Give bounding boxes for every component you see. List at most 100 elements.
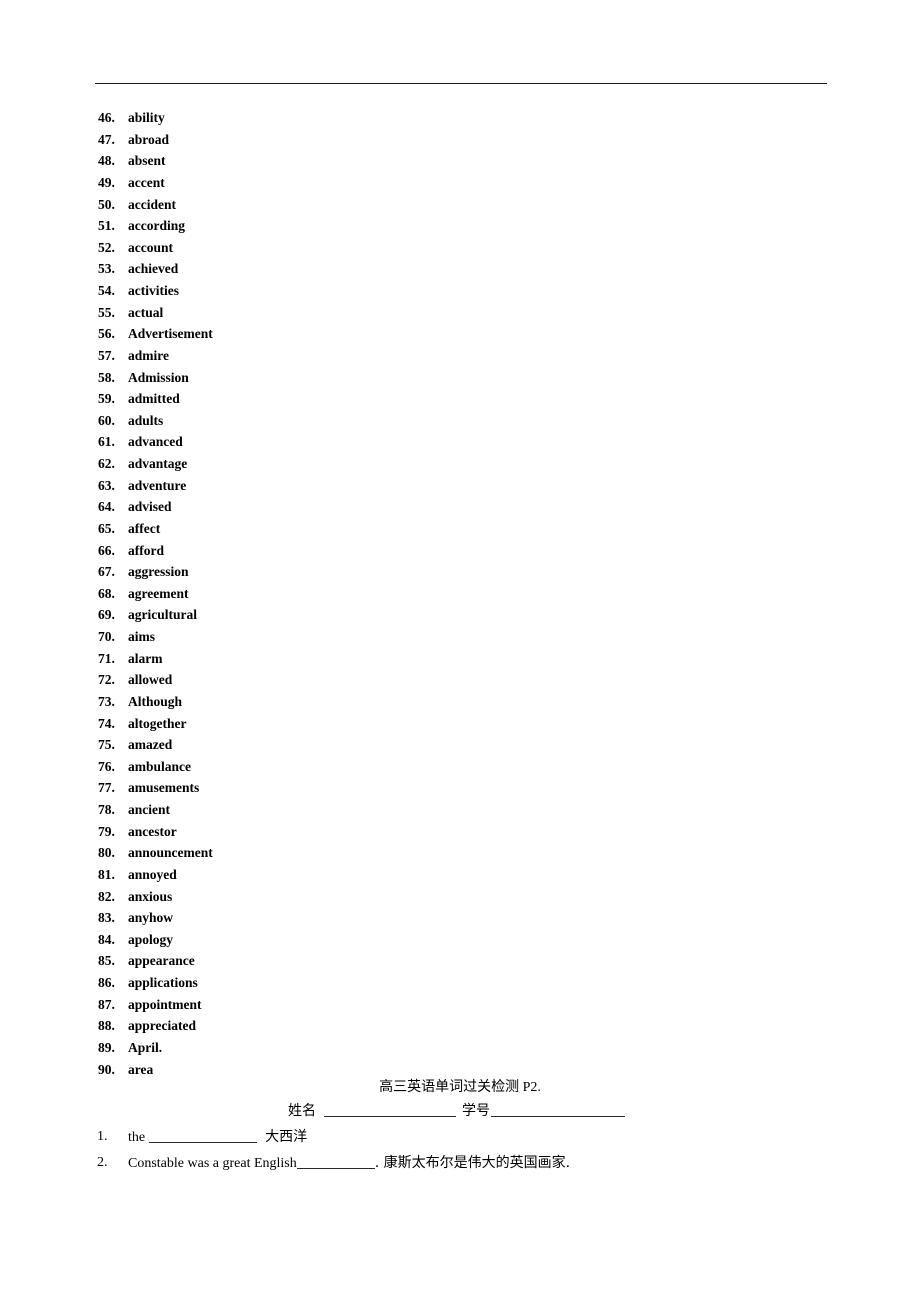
list-item-word: appearance	[128, 953, 195, 969]
list-item-number: 65.	[98, 520, 115, 536]
list-item-word: advanced	[128, 434, 183, 450]
worksheet-title-cjk: 高三英语单词过关检测	[379, 1079, 520, 1095]
list-item-word: absent	[128, 153, 166, 169]
list-item-number: 89.	[98, 1039, 115, 1055]
question-body: Constable was a great English . 康斯太布尔是伟大的…	[128, 1156, 570, 1171]
question-number: 1.	[97, 1129, 108, 1144]
list-item-number: 64.	[98, 499, 115, 515]
list-item-word: actual	[128, 304, 164, 320]
list-item: 51. according	[0, 215, 920, 237]
list-item-word: Admission	[128, 369, 189, 385]
answer-blank[interactable]	[296, 1168, 375, 1169]
list-item-number: 76.	[98, 758, 115, 774]
list-item: 69. agricultural	[0, 604, 920, 626]
list-item-number: 67.	[98, 564, 115, 580]
list-item: 66. afford	[0, 540, 920, 562]
list-item: 68. agreement	[0, 583, 920, 605]
list-item: 85. appearance	[0, 950, 920, 972]
list-item: 81. annoyed	[0, 864, 920, 886]
list-item-number: 63.	[98, 477, 115, 493]
list-item-word: affect	[128, 520, 161, 536]
list-item-number: 71.	[98, 650, 115, 666]
list-item-number: 81.	[98, 866, 115, 882]
question-body: the 大西洋	[128, 1130, 307, 1145]
list-item-number: 59.	[98, 391, 115, 407]
list-item-word: altogether	[128, 715, 187, 731]
list-item: 63. adventure	[0, 475, 920, 497]
list-item: 62. advantage	[0, 453, 920, 475]
worksheet-title: 高三英语单词过关检测 P2.	[0, 1080, 920, 1095]
list-item-number: 57.	[98, 347, 115, 363]
name-label: 姓名	[288, 1103, 316, 1119]
list-item: 50. accident	[0, 194, 920, 216]
list-item-word: admitted	[128, 391, 180, 407]
list-item-word: Advertisement	[128, 326, 213, 342]
list-item: 88. appreciated	[0, 1015, 920, 1037]
list-item-number: 69.	[98, 607, 115, 623]
document-page: 46. ability 47. abroad 48. absent 49. accent…	[0, 0, 920, 1302]
list-item-number: 56.	[98, 326, 115, 342]
list-item: 64. advised	[0, 496, 920, 518]
list-item: 48. absent	[0, 150, 920, 172]
list-item-word: agricultural	[128, 607, 197, 623]
list-item-number: 51.	[98, 218, 115, 234]
list-item-word: anyhow	[128, 910, 174, 926]
list-item-number: 83.	[98, 910, 115, 926]
list-item: 90. area	[0, 1059, 920, 1081]
list-item-word: ability	[128, 110, 165, 125]
list-item-number: 73.	[98, 693, 115, 709]
list-item: 75. amazed	[0, 734, 920, 756]
answer-blank[interactable]	[149, 1142, 258, 1143]
list-item-word: accident	[128, 196, 176, 212]
list-item-word: amazed	[128, 737, 173, 753]
list-item-word: admire	[128, 347, 169, 363]
list-item-word: ancestor	[128, 823, 177, 839]
list-item-number: 54.	[98, 283, 115, 298]
list-item: 71. alarm	[0, 648, 920, 670]
list-item-word: applications	[128, 975, 198, 990]
list-item-word: alarm	[128, 650, 163, 666]
list-item-number: 50.	[98, 196, 115, 212]
list-item: 60. adults	[0, 410, 920, 432]
student-info-line: 姓名 学号	[288, 1104, 625, 1119]
list-item: 58. Admission	[0, 367, 920, 389]
list-item-word: adventure	[128, 477, 187, 493]
list-item-number: 72.	[98, 672, 115, 688]
list-item: 49. accent	[0, 172, 920, 194]
name-input-blank[interactable]	[324, 1116, 456, 1117]
list-item-word: according	[128, 218, 185, 234]
list-item: 86. applications	[0, 972, 920, 994]
list-item-number: 88.	[98, 1018, 115, 1034]
list-item-word: accent	[128, 174, 165, 190]
list-item-number: 79.	[98, 823, 115, 839]
list-item-word: anxious	[128, 888, 173, 904]
list-item: 52. account	[0, 237, 920, 259]
list-item: 67. aggression	[0, 561, 920, 583]
list-item-number: 90.	[98, 1061, 115, 1077]
worksheet-title-page: P2.	[522, 1080, 541, 1095]
list-item-word: agreement	[128, 585, 189, 601]
list-item-word: afford	[128, 542, 164, 558]
list-item-number: 61.	[98, 434, 115, 450]
list-item-word: advised	[128, 499, 172, 515]
list-item: 82. anxious	[0, 886, 920, 908]
list-item-number: 84.	[98, 931, 115, 947]
question-suffix: 大西洋	[265, 1129, 308, 1145]
list-item-word: ancient	[128, 802, 170, 817]
list-item-number: 70.	[98, 629, 115, 644]
list-item: 80. announcement	[0, 842, 920, 864]
student-id-input-blank[interactable]	[491, 1116, 625, 1117]
question-prefix: Constable was a great English	[128, 1156, 297, 1171]
question-prefix: the	[128, 1130, 146, 1145]
list-item-word: appreciated	[128, 1018, 196, 1034]
list-item: 79. ancestor	[0, 821, 920, 843]
list-item-word: amusements	[128, 780, 200, 796]
list-item-word: area	[128, 1061, 154, 1077]
header-rule	[95, 83, 827, 84]
list-item-number: 75.	[98, 737, 115, 753]
list-item-number: 47.	[98, 131, 115, 147]
list-item-word: abroad	[128, 131, 170, 147]
vocabulary-list: 46. ability 47. abroad 48. absent 49. accent…	[0, 107, 920, 1080]
list-item: 87. appointment	[0, 994, 920, 1016]
list-item: 65. affect	[0, 518, 920, 540]
